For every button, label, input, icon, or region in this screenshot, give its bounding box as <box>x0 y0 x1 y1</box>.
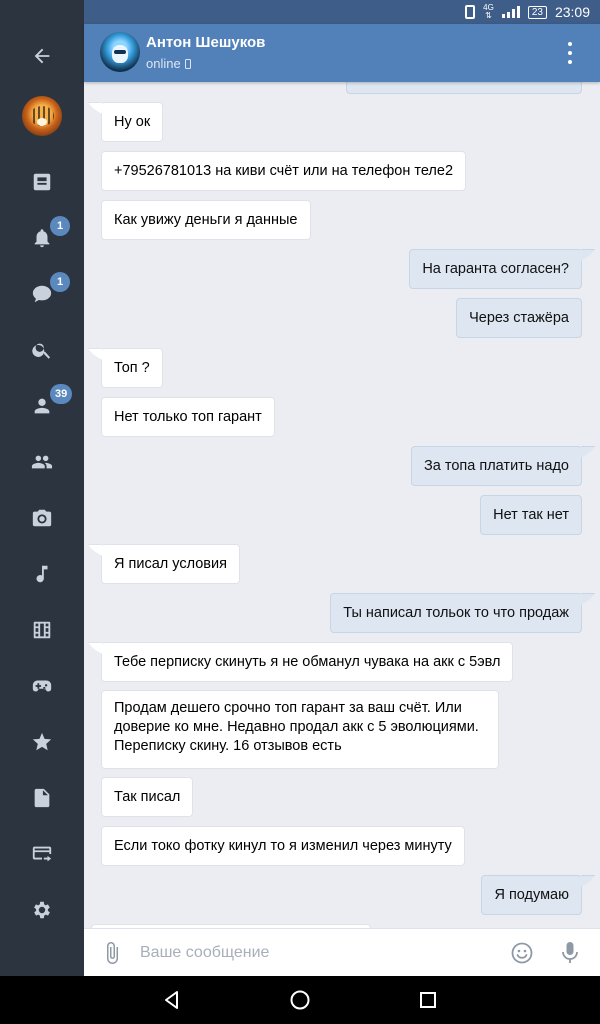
status-bar: 4G ⇅ 23 23:09 <box>84 0 600 24</box>
back-button[interactable] <box>0 28 84 84</box>
status-icons: 4G ⇅ 23 23:09 <box>465 0 590 24</box>
vibrate-icon <box>465 5 476 19</box>
sidebar-item-games[interactable] <box>0 658 84 714</box>
clock: 23:09 <box>554 4 590 20</box>
signal-icon <box>501 6 520 18</box>
network-indicator: 4G ⇅ <box>483 3 494 20</box>
message-bubble[interactable]: Тебе перписку скинуть я не обманул чувак… <box>101 642 514 682</box>
recents-nav-button[interactable] <box>416 988 440 1012</box>
avatar <box>22 96 62 136</box>
message-text: Я писал условия <box>114 555 227 572</box>
camera-icon <box>30 506 54 530</box>
battery-level: 23 <box>531 6 543 18</box>
message-composer <box>84 928 600 976</box>
home-nav-button[interactable] <box>288 988 312 1012</box>
contact-avatar[interactable] <box>100 32 140 72</box>
message-text: Как увижу деньги я данные <box>114 211 298 228</box>
sidebar-item-friends[interactable]: 39 <box>0 378 84 434</box>
message-bubble-partial[interactable] <box>346 82 582 94</box>
back-nav-button[interactable] <box>160 988 184 1012</box>
message-line: Продам дешего срочно топ гарант за ваш с… <box>114 700 462 716</box>
message-line: доверие ко мне. Недавно продал акк с 5 э… <box>114 719 479 735</box>
sidebar-item-photos[interactable] <box>0 490 84 546</box>
message-bubble[interactable]: Через стажёра <box>456 298 582 338</box>
message-bubble[interactable]: За топа платить надо <box>411 446 582 486</box>
triangle-back-icon <box>165 991 178 1009</box>
battery-icon: 23 <box>527 5 547 19</box>
system-navigation-bar <box>0 976 600 1024</box>
message-text: Через стажёра <box>469 309 569 326</box>
message-bubble[interactable]: Если токо фотку кинул то я изменил через… <box>101 826 465 866</box>
sidebar-item-groups[interactable] <box>0 434 84 490</box>
sidebar-item-bookmarks[interactable] <box>0 714 84 770</box>
microphone-icon[interactable] <box>558 940 582 966</box>
message-text: Тебе перписку скинуть я не обманул чувак… <box>114 653 501 670</box>
message-text: Ты написал тольок то что продаж <box>343 604 569 621</box>
message-bubble[interactable]: Продам дешего срочно топ гарант за ваш с… <box>101 690 499 769</box>
message-input[interactable] <box>140 939 490 967</box>
message-text: На гаранта согласен? <box>422 260 569 277</box>
sidebar-item-documents[interactable] <box>0 770 84 826</box>
music-note-icon <box>30 562 54 586</box>
message-text: Нет так нет <box>493 506 569 523</box>
message-bubble[interactable]: +79526781013 на киви счёт или на телефон… <box>101 151 467 191</box>
message-line: Переписку скину. 16 отзывов есть <box>114 738 342 754</box>
status-text: online <box>146 56 181 71</box>
circle-home-icon <box>290 990 310 1010</box>
message-text: +79526781013 на киви счёт или на телефон… <box>114 162 454 179</box>
emoji-icon[interactable] <box>510 941 534 965</box>
gear-icon <box>30 898 54 922</box>
document-icon <box>30 786 54 810</box>
messages-badge: 1 <box>50 272 70 292</box>
notifications-badge: 1 <box>50 216 70 236</box>
message-text: Если токо фотку кинул то я изменил через… <box>114 837 452 854</box>
sidebar-item-settings[interactable] <box>0 882 84 938</box>
message-text: Я подумаю <box>494 886 569 903</box>
message-text: Топ ? <box>114 359 150 376</box>
sidebar-item-notifications[interactable]: 1 <box>0 210 84 266</box>
paperclip-icon[interactable] <box>100 941 124 965</box>
group-icon <box>30 450 54 474</box>
mobile-phone-icon <box>184 58 191 69</box>
sidebar-item-messages[interactable]: 1 <box>0 266 84 322</box>
sidebar-item-search[interactable] <box>0 322 84 378</box>
message-bubble[interactable]: Так писал <box>101 777 194 817</box>
message-text: Продам дешего срочно топ гарант за ваш с… <box>114 699 479 756</box>
chat-header: Антон Шешуков online <box>84 24 600 82</box>
message-text: Так писал <box>114 788 181 805</box>
news-icon <box>30 170 54 194</box>
message-bubble[interactable]: Ну ок <box>101 102 164 142</box>
message-bubble[interactable]: Я подумаю <box>481 875 582 915</box>
sidebar-item-news[interactable] <box>0 154 84 210</box>
film-icon <box>30 618 54 642</box>
sidebar-item-video[interactable] <box>0 602 84 658</box>
more-menu-button[interactable] <box>560 42 580 64</box>
search-icon <box>30 338 54 362</box>
message-text: Нет только топ гарант <box>114 408 262 425</box>
gamepad-icon <box>30 674 54 698</box>
message-bubble[interactable]: На гаранта согласен? <box>409 249 582 289</box>
more-vert-icon <box>568 42 572 46</box>
friends-badge: 39 <box>50 384 73 404</box>
sidebar: 1 1 39 <box>0 0 84 976</box>
sidebar-item-music[interactable] <box>0 546 84 602</box>
square-recents-icon <box>420 992 436 1008</box>
star-icon <box>30 730 54 754</box>
profile-avatar[interactable] <box>0 88 84 144</box>
card-transfer-icon <box>30 842 54 866</box>
back-arrow-icon <box>30 44 54 68</box>
message-bubble[interactable]: Ты написал тольок то что продаж <box>330 593 582 633</box>
contact-status: online <box>146 56 191 71</box>
message-bubble[interactable]: Нет только топ гарант <box>101 397 275 437</box>
message-bubble[interactable]: Нет так нет <box>480 495 582 535</box>
message-bubble[interactable]: Топ ? <box>101 348 163 388</box>
message-bubble[interactable]: Как увижу деньги я данные <box>101 200 311 240</box>
message-bubble[interactable]: Я писал условия <box>101 544 240 584</box>
message-text: За топа платить надо <box>424 457 569 474</box>
message-list[interactable]: Ну ок +79526781013 на киви счёт или на т… <box>84 82 600 928</box>
contact-name[interactable]: Антон Шешуков <box>146 34 265 51</box>
sidebar-item-payments[interactable] <box>0 826 84 882</box>
message-text: Ну ок <box>114 113 151 130</box>
